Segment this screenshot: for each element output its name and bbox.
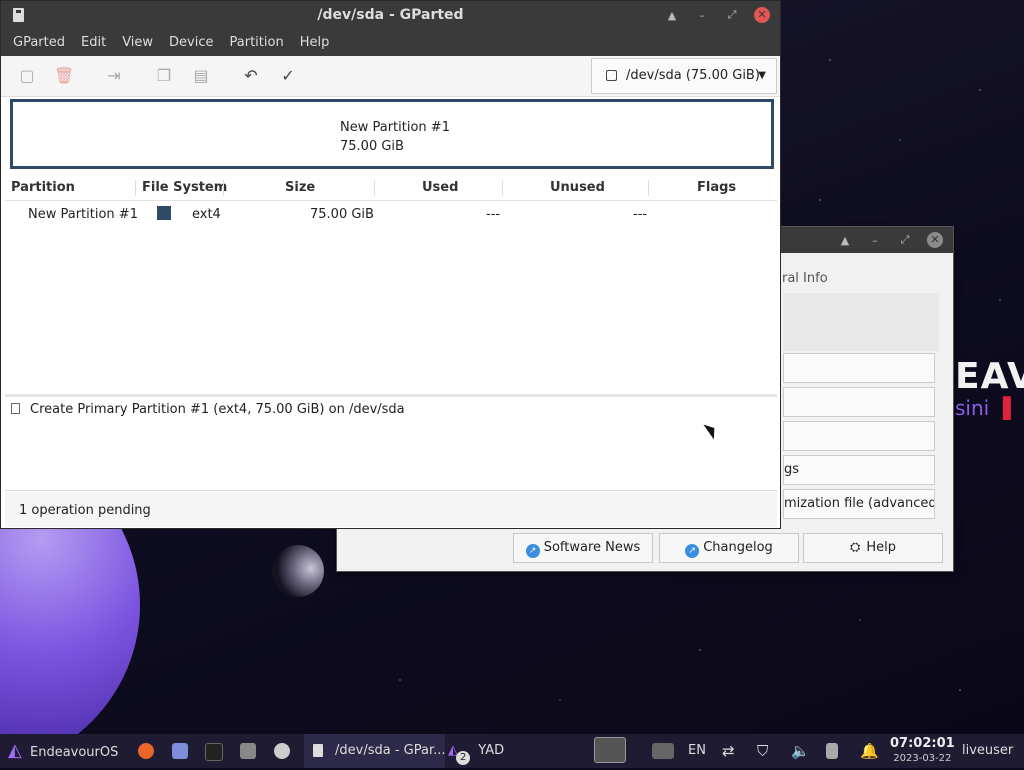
cell-unused: ---: [633, 207, 648, 222]
column-separator: [648, 180, 649, 196]
welcome-option-button[interactable]: [783, 353, 935, 383]
menu-device[interactable]: Device: [161, 29, 221, 56]
menu-help[interactable]: Help: [292, 29, 338, 56]
wallpaper-brand-text: EAVOU: [955, 356, 1024, 397]
new-partition-icon: [11, 403, 20, 414]
device-selector[interactable]: /dev/sda (75.00 GiB) ▼: [591, 58, 777, 94]
status-text: 1 operation pending: [19, 503, 151, 518]
chevron-down-icon: ▼: [758, 70, 766, 81]
terminal-icon[interactable]: [205, 743, 223, 761]
network-icon[interactable]: ⇄: [722, 734, 735, 768]
disk-map-label: New Partition #1 75.00 GiB: [340, 120, 450, 154]
help-button[interactable]: ⛭ Help: [803, 533, 943, 563]
link-icon: ↗: [525, 544, 540, 558]
column-filesystem[interactable]: File System: [142, 180, 227, 195]
tab-general-info[interactable]: ral Info: [782, 271, 828, 286]
clipboard-icon[interactable]: [826, 743, 838, 759]
menu-partition[interactable]: Partition: [222, 29, 292, 56]
column-separator: [502, 180, 503, 196]
maximize-icon[interactable]: ⤢: [897, 233, 913, 247]
welcome-option-button[interactable]: [783, 387, 935, 417]
table-row[interactable]: New Partition #1 ext4 75.00 GiB --- ---: [5, 201, 777, 227]
endeavouros-logo-icon: ◭: [8, 740, 22, 761]
disk-icon: [606, 70, 617, 81]
disk-map[interactable]: New Partition #1 75.00 GiB: [10, 99, 774, 169]
welcome-bottom-bar: ↗ Software News ↗ Changelog ⛭ Help: [337, 527, 953, 571]
software-news-button[interactable]: ↗ Software News: [513, 533, 653, 563]
welcome-option-button[interactable]: gs: [783, 455, 935, 485]
workspace-switcher[interactable]: [594, 737, 626, 763]
column-separator: [374, 180, 375, 196]
operations-list: Create Primary Partition #1 (ext4, 75.00…: [5, 397, 777, 489]
notification-bell-icon[interactable]: 🔔: [860, 734, 879, 768]
column-flags[interactable]: Flags: [697, 180, 736, 195]
gparted-titlebar[interactable]: /dev/sda - GParted ▲ – ⤢ ✕: [1, 1, 780, 29]
menu-view[interactable]: View: [114, 29, 161, 56]
cell-used: ---: [486, 207, 501, 222]
shade-icon[interactable]: ▲: [837, 234, 853, 247]
minimize-icon[interactable]: –: [867, 234, 883, 247]
clock[interactable]: 07:02:01 2023-03-22: [890, 736, 955, 765]
column-partition[interactable]: Partition: [11, 180, 75, 195]
minimize-icon[interactable]: –: [694, 9, 710, 22]
gparted-window[interactable]: /dev/sda - GParted ▲ – ⤢ ✕ GParted Edit …: [0, 0, 781, 529]
toolbar: ▢ 🗑 ⇥ ❐ ▤ ↶ ✓ /dev/sda (75.00 GiB) ▼: [1, 56, 780, 97]
moon-graphic: [272, 545, 324, 597]
close-icon[interactable]: ✕: [754, 7, 770, 23]
status-bar: 1 operation pending: [5, 490, 777, 527]
keyboard-layout[interactable]: EN: [688, 734, 706, 768]
table-header: Partition File System Size Used Unused F…: [5, 176, 777, 201]
folder-icon[interactable]: [172, 743, 188, 759]
menu-edit[interactable]: Edit: [73, 29, 114, 56]
shade-icon[interactable]: ▲: [664, 9, 680, 22]
cell-filesystem: ext4: [192, 207, 221, 222]
changelog-button[interactable]: ↗ Changelog: [659, 533, 799, 563]
firefox-icon[interactable]: [138, 743, 154, 759]
gparted-task-icon: [313, 744, 323, 757]
apply-icon[interactable]: ✓: [278, 66, 298, 86]
volume-icon[interactable]: 🔈: [791, 734, 810, 768]
start-menu-button[interactable]: ◭ EndeavourOS: [8, 734, 118, 768]
app-launcher-icon[interactable]: [240, 743, 256, 759]
taskbar: ◭ EndeavourOS /dev/sda - GPar... ◭ 2 YAD…: [0, 734, 1024, 768]
undo-icon[interactable]: ↶: [241, 66, 261, 86]
welcome-panel: [783, 293, 939, 351]
maximize-icon[interactable]: ⤢: [724, 8, 740, 22]
welcome-option-button[interactable]: mization file (advanced): [783, 489, 935, 519]
column-unused[interactable]: Unused: [550, 180, 605, 195]
wallpaper-brand-subtext: sini ▌: [955, 396, 1019, 420]
menu-gparted[interactable]: GParted: [5, 29, 73, 56]
close-icon[interactable]: ✕: [927, 232, 943, 248]
cell-size: 75.00 GiB: [310, 207, 374, 222]
cell-partition: New Partition #1: [28, 207, 138, 222]
task-yad[interactable]: ◭ 2 YAD: [448, 734, 504, 768]
partition-table: Partition File System Size Used Unused F…: [5, 176, 777, 227]
delete-icon[interactable]: 🗑: [54, 66, 74, 86]
shield-icon[interactable]: ⛉: [757, 734, 768, 768]
copy-icon[interactable]: ❐: [154, 66, 174, 86]
column-size[interactable]: Size: [285, 180, 315, 195]
list-item[interactable]: Create Primary Partition #1 (ext4, 75.00…: [5, 397, 777, 421]
link-icon: ↗: [685, 544, 700, 558]
resize-move-icon[interactable]: ⇥: [104, 66, 124, 86]
column-separator: [223, 180, 224, 196]
welcome-option-button[interactable]: [783, 421, 935, 451]
user-name[interactable]: liveuser: [962, 734, 1013, 768]
new-partition-icon[interactable]: ▢: [17, 66, 37, 86]
column-separator: [135, 180, 136, 196]
task-gparted[interactable]: /dev/sda - GPar...: [304, 734, 446, 768]
paste-icon[interactable]: ▤: [191, 66, 211, 86]
column-used[interactable]: Used: [422, 180, 458, 195]
disc-icon[interactable]: [274, 743, 290, 759]
menubar: GParted Edit View Device Partition Help: [1, 29, 780, 56]
task-count-badge: 2: [456, 751, 471, 765]
filesystem-color-swatch: [157, 206, 171, 220]
display-icon[interactable]: [652, 743, 674, 759]
help-icon: ⛭: [849, 540, 861, 555]
